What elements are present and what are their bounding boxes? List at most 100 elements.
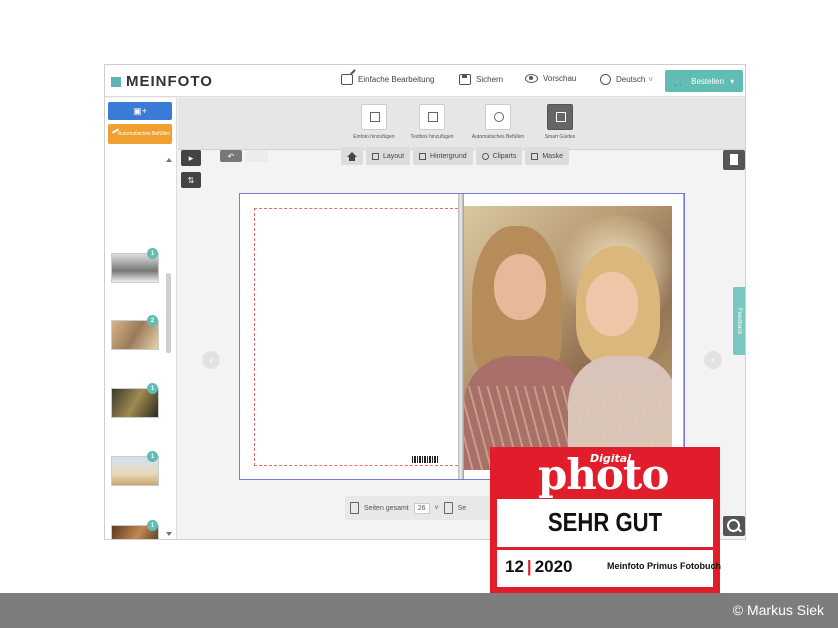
- tab-mask[interactable]: Maske: [525, 147, 569, 165]
- award-badge: Digital photo SEHR GUT 12 | 2020 Meinfoto …: [490, 447, 721, 593]
- pages-select[interactable]: 26: [413, 502, 430, 514]
- usage-badge: 1: [147, 383, 158, 394]
- award-panel: SEHR GUT 12 | 2020 Meinfoto Primus Fotobuc…: [497, 499, 721, 587]
- preview-label: Vorschau: [543, 74, 577, 83]
- chevron-down-icon: ▾: [730, 76, 735, 86]
- cart-icon: 🛒: [673, 75, 686, 86]
- scroll-down-icon[interactable]: [166, 532, 172, 536]
- layout-icon: [372, 152, 379, 160]
- language-label: Deutsch: [616, 75, 646, 84]
- award-rating: SEHR GUT: [547, 507, 663, 537]
- add-textbox-tool[interactable]: Textbox hinzufügen: [402, 104, 462, 140]
- background-icon: [419, 152, 427, 160]
- language-select[interactable]: Deutsch ˅: [600, 74, 653, 85]
- autofill-label: Automatisches Befüllen: [117, 131, 171, 137]
- tab-background[interactable]: Hintergrund: [413, 147, 473, 165]
- save-icon: [459, 74, 471, 85]
- tool-label: Textbox hinzufügen: [410, 134, 454, 140]
- page-settings-button[interactable]: [723, 150, 745, 170]
- tab-layout[interactable]: Layout: [366, 147, 411, 165]
- sort-button[interactable]: ⇅: [181, 172, 201, 188]
- tool-label: Smart Guides: [544, 134, 576, 140]
- award-brand: photo: [538, 450, 669, 499]
- edit-tabs: Layout Hintergrund Cliparts Maske: [341, 147, 569, 165]
- scrollbar-thumb[interactable]: [166, 273, 171, 353]
- chevron-down-icon: ˅: [648, 75, 654, 84]
- back-cover-page[interactable]: [240, 194, 458, 479]
- photo-credit: © Markus Siek: [732, 602, 824, 618]
- globe-icon: [600, 74, 611, 85]
- undo-button[interactable]: ↶: [220, 150, 242, 162]
- top-bar: MEINFOTO Einfache Bearbeitung Sichern Vo…: [105, 65, 745, 97]
- page-icon: [350, 502, 359, 514]
- page-count-bar: Seiten gesamt 26 ˅ Se: [345, 496, 505, 520]
- tab-label: Cliparts: [492, 152, 517, 160]
- tool-label: Automatisches Befüllen: [471, 134, 525, 140]
- autofill-tool[interactable]: Automatisches Befüllen: [468, 104, 528, 140]
- simple-edit-label: Einfache Bearbeitung: [358, 75, 435, 84]
- smart-guides-tool[interactable]: Smart Guides: [530, 104, 590, 140]
- usage-badge: 2: [147, 315, 158, 326]
- pages-more-label: Se: [457, 504, 467, 512]
- logo[interactable]: MEINFOTO: [111, 73, 213, 90]
- preview-button[interactable]: Vorschau: [525, 74, 576, 83]
- sort-icon: ⇅: [187, 175, 195, 185]
- mask-icon: [531, 152, 539, 160]
- add-photos-icon: ▣+: [133, 105, 147, 116]
- usage-badge: 1: [147, 451, 158, 462]
- expand-button[interactable]: ▸: [181, 150, 201, 166]
- sidebar-scrollbar[interactable]: [166, 158, 172, 538]
- add-photos-button[interactable]: ▣+: [108, 102, 172, 120]
- pages-label: Seiten gesamt: [364, 504, 409, 512]
- autofill-button[interactable]: Automatisches Befüllen: [108, 124, 172, 144]
- tool-ribbon: Einfoto hinzufügen Textbox hinzufügen Au…: [178, 98, 745, 150]
- photo-sidebar: ▣+ Automatisches Befüllen 1 2 1 1 1 21: [105, 98, 177, 539]
- chevron-right-icon: ›: [711, 354, 715, 366]
- scroll-up-icon[interactable]: [166, 158, 172, 162]
- book-spread[interactable]: [239, 193, 685, 480]
- barcode: [412, 456, 438, 463]
- tab-label: Layout: [383, 152, 405, 160]
- order-button[interactable]: 🛒 Bestellen ▾: [665, 70, 743, 92]
- usage-badge: 1: [147, 520, 158, 531]
- next-page-button[interactable]: ›: [704, 351, 722, 369]
- home-icon: [347, 151, 357, 161]
- save-label: Sichern: [476, 75, 504, 84]
- clipart-icon: [481, 152, 489, 160]
- tab-label: Hintergrund: [430, 152, 467, 160]
- tab-cliparts[interactable]: Cliparts: [475, 147, 523, 165]
- award-year: 2020: [534, 557, 573, 576]
- safe-area-guide: [254, 208, 458, 466]
- add-photo-icon: [361, 104, 387, 130]
- redo-button[interactable]: [246, 150, 268, 162]
- logo-mark-icon: [111, 76, 121, 87]
- play-icon: ▸: [188, 152, 194, 163]
- feedback-label: Feedback: [736, 307, 742, 335]
- award-product: Meinfoto Primus Fotobuch: [607, 561, 721, 571]
- front-cover-page: [458, 194, 684, 479]
- add-photo-tool[interactable]: Einfoto hinzufügen: [344, 104, 404, 140]
- screenshot-stage: MEINFOTO Einfache Bearbeitung Sichern Vo…: [0, 0, 838, 628]
- feedback-tab[interactable]: Feedback: [733, 287, 745, 355]
- save-button[interactable]: Sichern: [459, 74, 503, 85]
- credit-bar: © Markus Siek: [0, 593, 838, 628]
- award-date: 12 | 2020: [505, 557, 573, 576]
- prev-page-button[interactable]: ‹: [202, 351, 220, 369]
- tab-home[interactable]: [341, 147, 363, 165]
- award-issue: 12: [505, 557, 524, 576]
- zoom-button[interactable]: [723, 516, 745, 536]
- order-label: Bestellen: [691, 76, 725, 86]
- edit-icon: [341, 74, 353, 85]
- chevron-left-icon: ‹: [209, 354, 213, 366]
- autofill-icon: [485, 104, 511, 130]
- award-divider: [497, 547, 713, 550]
- smart-guides-icon: [547, 104, 573, 130]
- eye-icon: [525, 74, 538, 83]
- usage-badge: 1: [147, 248, 158, 259]
- tab-label: Maske: [542, 152, 563, 160]
- undo-icon: ↶: [227, 151, 235, 161]
- simple-edit-button[interactable]: Einfache Bearbeitung: [341, 74, 435, 85]
- logo-text: MEINFOTO: [126, 73, 213, 90]
- tool-label: Einfoto hinzufügen: [353, 134, 395, 140]
- add-page-icon[interactable]: [443, 502, 453, 514]
